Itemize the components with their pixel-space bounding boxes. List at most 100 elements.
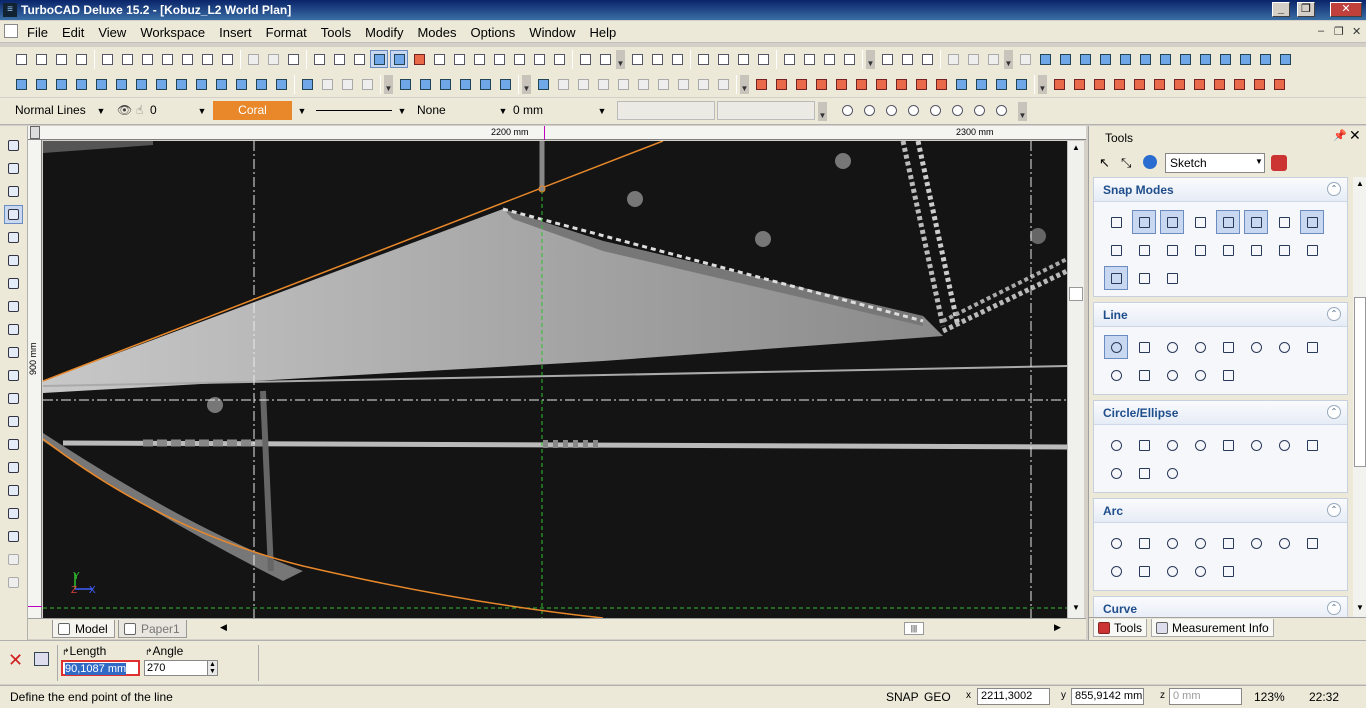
palette-tool-button-1-9[interactable] — [1132, 363, 1156, 387]
palette-tool-button-2-9[interactable] — [1132, 461, 1156, 485]
scroll-thumb[interactable] — [1354, 297, 1366, 467]
palette-tool-button-2-4[interactable] — [1216, 433, 1240, 457]
toolbar-button-tbrow2-36[interactable] — [792, 75, 810, 93]
toolbar-button-tbrow2-39[interactable] — [852, 75, 870, 93]
palette-tool-button-2-6[interactable] — [1272, 433, 1296, 457]
toolbar-button-tbrow1-2[interactable] — [52, 50, 70, 68]
left-tool-button-8[interactable] — [4, 320, 23, 339]
toolbar-button-tbrow2-37[interactable] — [812, 75, 830, 93]
palette-tool-button-0-10[interactable] — [1160, 238, 1184, 262]
toolbar-button-tbrow2-38[interactable] — [832, 75, 850, 93]
restore-button[interactable]: ❐ — [1297, 2, 1315, 17]
menu-tools[interactable]: Tools — [314, 25, 358, 40]
toolbar-button-tbrow2-56[interactable] — [1210, 75, 1228, 93]
left-tool-button-6[interactable] — [4, 274, 23, 293]
snap-toolbar-button-3[interactable] — [904, 101, 922, 119]
toolbar-button-tbrow2-31[interactable] — [674, 75, 692, 93]
toolbar-button-tbrow1-11[interactable] — [244, 50, 262, 68]
toolbar-button-tbrow1-47[interactable] — [1036, 50, 1054, 68]
toolbar-button-tbrow1-29[interactable] — [628, 50, 646, 68]
group-header[interactable]: Arc ⌃ — [1094, 499, 1347, 523]
menu-workspace[interactable]: Workspace — [133, 25, 212, 40]
toolbar-chevron[interactable]: ▼ — [1038, 75, 1047, 94]
toolbar-button-tbrow2-52[interactable] — [1130, 75, 1148, 93]
minimize-button[interactable]: _ — [1272, 2, 1290, 17]
palette-tool-button-0-5[interactable] — [1244, 210, 1268, 234]
palette-tool-button-0-15[interactable] — [1300, 238, 1324, 262]
toolbar-button-tbrow2-23[interactable] — [496, 75, 514, 93]
toolbar-button-tbrow2-49[interactable] — [1070, 75, 1088, 93]
snap-toolbar-button-7[interactable] — [992, 101, 1010, 119]
toolbar-button-tbrow1-39[interactable] — [840, 50, 858, 68]
menu-edit[interactable]: Edit — [55, 25, 91, 40]
toolbar-button-tbrow2-4[interactable] — [92, 75, 110, 93]
toolbar-button-tbrow1-50[interactable] — [1096, 50, 1114, 68]
toolbar-chevron[interactable]: ▼ — [740, 75, 749, 94]
palette-tool-button-2-7[interactable] — [1300, 433, 1324, 457]
scroll-thumb[interactable] — [1069, 287, 1083, 301]
tab-measurement-info[interactable]: Measurement Info — [1151, 619, 1274, 637]
pen-color-dropdown-arrow[interactable]: ▼ — [297, 102, 307, 121]
palette-tool-button-0-17[interactable] — [1132, 266, 1156, 290]
toolbar-button-tbrow2-29[interactable] — [634, 75, 652, 93]
toolbar-button-tbrow1-44[interactable] — [964, 50, 982, 68]
toolbar-button-tbrow2-13[interactable] — [272, 75, 290, 93]
palette-tool-button-3-11[interactable] — [1188, 559, 1212, 583]
toolbar-button-tbrow1-8[interactable] — [178, 50, 196, 68]
toolbar-button-tbrow2-46[interactable] — [992, 75, 1010, 93]
document-icon[interactable] — [4, 24, 18, 38]
toolbar-button-tbrow2-53[interactable] — [1150, 75, 1168, 93]
palette-tool-button-3-7[interactable] — [1300, 531, 1324, 555]
toolbar-button-tbrow2-0[interactable] — [12, 75, 30, 93]
collapse-chevron-icon[interactable]: ⌃ — [1327, 405, 1341, 419]
toolbar-button-tbrow2-27[interactable] — [594, 75, 612, 93]
left-tool-button-1[interactable] — [4, 159, 23, 178]
group-header[interactable]: Circle/Ellipse ⌃ — [1094, 401, 1347, 425]
group-header[interactable]: Line ⌃ — [1094, 303, 1347, 327]
toolbar-button-tbrow1-5[interactable] — [118, 50, 136, 68]
palette-tool-button-0-14[interactable] — [1272, 238, 1296, 262]
scroll-down-arrow[interactable]: ▼ — [1356, 603, 1364, 612]
palette-tool-button-1-2[interactable] — [1160, 335, 1184, 359]
toolbar-button-tbrow1-41[interactable] — [898, 50, 916, 68]
toolbar-button-tbrow2-2[interactable] — [52, 75, 70, 93]
collapse-chevron-icon[interactable]: ⌃ — [1327, 307, 1341, 321]
left-tool-button-5[interactable] — [4, 251, 23, 270]
toolbar-button-tbrow2-8[interactable] — [172, 75, 190, 93]
mode-dropdown-arrow[interactable]: ▼ — [1255, 157, 1263, 166]
toolbar-button-tbrow2-42[interactable] — [912, 75, 930, 93]
toolbar-button-tbrow2-34[interactable] — [752, 75, 770, 93]
layer-select[interactable]: Normal Lines — [12, 102, 97, 121]
toolbar-button-tbrow2-25[interactable] — [554, 75, 572, 93]
toolbar-button-tbrow2-45[interactable] — [972, 75, 990, 93]
toolbar-button-tbrow1-52[interactable] — [1136, 50, 1154, 68]
angle-spinner[interactable]: ▲ ▼ — [207, 660, 218, 676]
toolbar-button-tbrow1-3[interactable] — [72, 50, 90, 68]
pin-icon[interactable]: 📌 — [1333, 129, 1347, 142]
toolbar-button-tbrow2-28[interactable] — [614, 75, 632, 93]
toolbar-button-tbrow2-54[interactable] — [1170, 75, 1188, 93]
close-button[interactable]: ✕ — [1330, 2, 1362, 17]
toolbar-button-tbrow1-18[interactable] — [390, 50, 408, 68]
toolbar-button-tbrow1-16[interactable] — [350, 50, 368, 68]
tab-tools[interactable]: Tools — [1093, 619, 1148, 637]
menu-format[interactable]: Format — [259, 25, 314, 40]
palette-tool-button-1-12[interactable] — [1216, 363, 1240, 387]
palette-tool-button-0-13[interactable] — [1244, 238, 1268, 262]
left-tool-button-2[interactable] — [4, 182, 23, 201]
toolbar-button-tbrow2-32[interactable] — [694, 75, 712, 93]
left-tool-button-10[interactable] — [4, 366, 23, 385]
scroll-up-arrow[interactable]: ▲ — [1356, 179, 1364, 188]
palette-tool-button-0-6[interactable] — [1272, 210, 1296, 234]
toolbar-button-tbrow2-57[interactable] — [1230, 75, 1248, 93]
toolbar-button-tbrow2-7[interactable] — [152, 75, 170, 93]
palette-tool-button-0-4[interactable] — [1216, 210, 1240, 234]
left-tool-button-13[interactable] — [4, 435, 23, 454]
palette-tool-button-1-0[interactable] — [1104, 335, 1128, 359]
toolbar-button-tbrow1-0[interactable] — [12, 50, 30, 68]
left-tool-button-16[interactable] — [4, 504, 23, 523]
toolbar-button-tbrow1-22[interactable] — [470, 50, 488, 68]
toolbar-button-tbrow1-57[interactable] — [1236, 50, 1254, 68]
palette-tool-button-0-9[interactable] — [1132, 238, 1156, 262]
palette-tool-button-3-12[interactable] — [1216, 559, 1240, 583]
